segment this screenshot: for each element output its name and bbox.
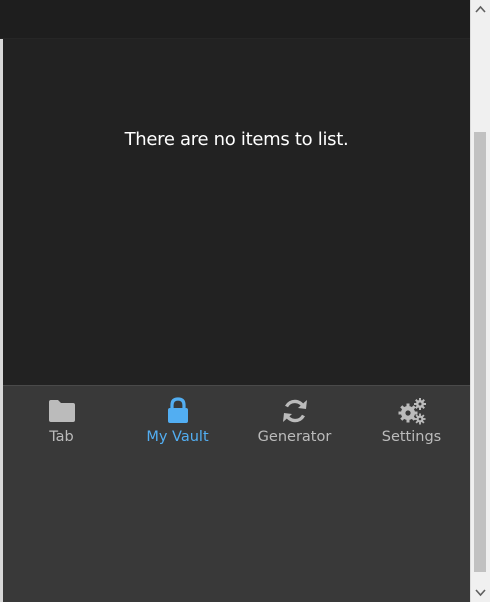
vault-list-area: There are no items to list.	[3, 39, 470, 385]
scroll-down-arrow-icon[interactable]	[471, 582, 490, 602]
lock-icon	[167, 397, 188, 423]
bottom-tab-bar: Tab My Vault Generator Settings	[3, 385, 470, 602]
tab-settings[interactable]: Settings	[353, 386, 470, 456]
folder-icon	[48, 400, 75, 422]
tab-current-tab-label: Tab	[49, 429, 74, 445]
tab-current-tab[interactable]: Tab	[3, 386, 120, 456]
vertical-scrollbar[interactable]	[470, 0, 490, 602]
tab-my-vault-label: My Vault	[146, 429, 209, 445]
scroll-up-arrow-icon[interactable]	[471, 0, 490, 20]
tab-generator-label: Generator	[257, 429, 332, 445]
empty-list-message: There are no items to list.	[124, 129, 349, 150]
tab-my-vault[interactable]: My Vault	[119, 386, 236, 456]
refresh-icon	[282, 399, 307, 423]
tab-generator[interactable]: Generator	[236, 386, 353, 456]
popup-window: There are no items to list. Tab My Vault…	[0, 0, 490, 602]
header-strip	[0, 0, 470, 39]
gears-icon	[398, 398, 426, 425]
scrollbar-thumb[interactable]	[474, 132, 486, 572]
tab-settings-label: Settings	[381, 429, 442, 445]
